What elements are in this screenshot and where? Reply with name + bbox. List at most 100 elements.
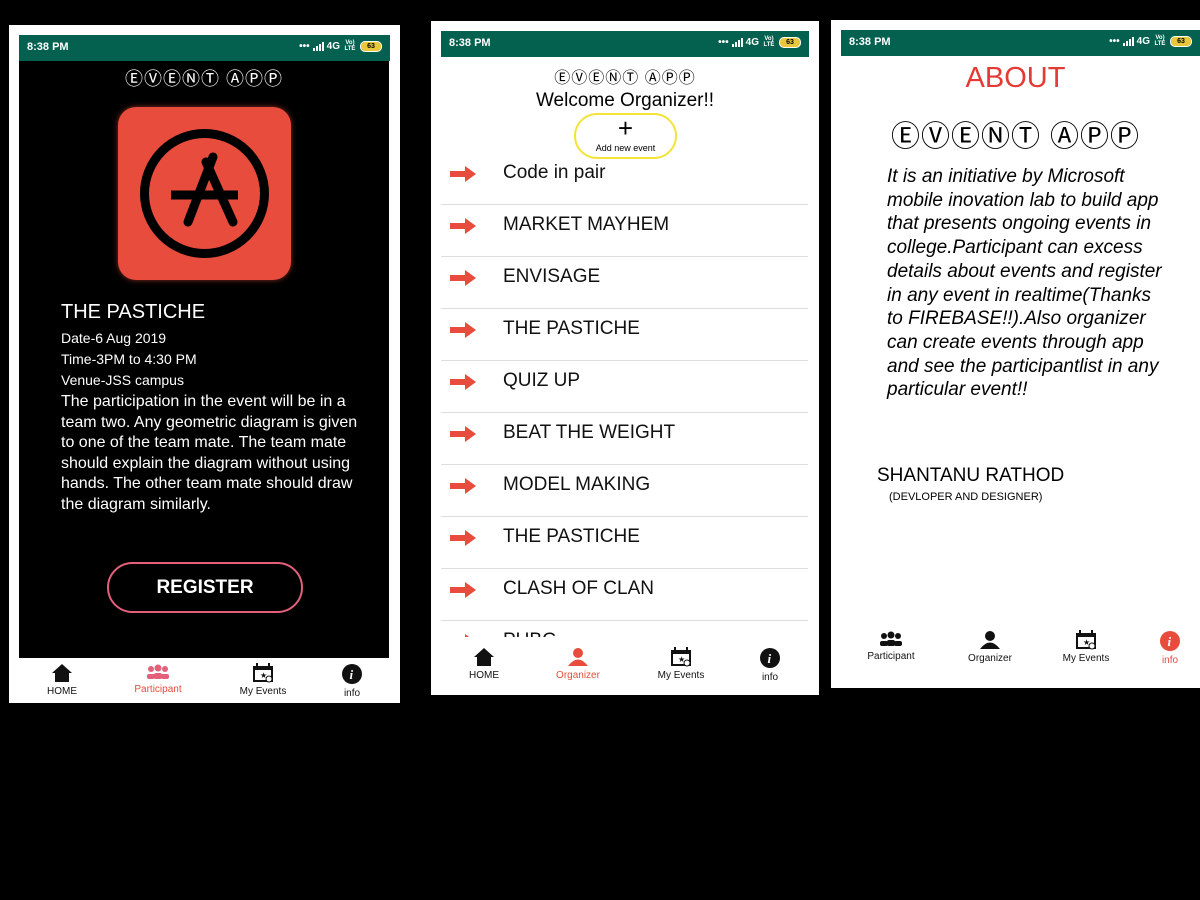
- arrow-right-icon: [450, 218, 476, 234]
- participant-icon: [147, 664, 169, 679]
- nav-label: Organizer: [968, 653, 1012, 664]
- network-label: 4G: [326, 40, 340, 52]
- app-store-logo-icon: [118, 107, 291, 280]
- nav-my-events[interactable]: ★ My Events: [218, 663, 308, 697]
- participant-icon: [880, 631, 902, 646]
- event-list[interactable]: Code in pair MARKET MAYHEM ENVISAGE THE PAS…: [441, 153, 808, 638]
- app-title: ⒺⓋⒺⓃⓉ ⒶⓅⓅ: [124, 69, 283, 89]
- event-list-item[interactable]: QUIZ UP: [441, 361, 808, 413]
- nav-label: Organizer: [556, 670, 600, 681]
- app-title: ⒺⓋⒺⓃⓉ ⒶⓅⓅ: [554, 70, 696, 87]
- volte-label: Vo) LTE: [344, 40, 356, 52]
- nav-participant[interactable]: Participant: [846, 630, 936, 662]
- welcome-text: Welcome Organizer!!: [535, 90, 715, 111]
- arrow-right-icon: [450, 166, 476, 182]
- event-list-label: MARKET MAYHEM: [503, 214, 670, 235]
- event-list-item[interactable]: CLASH OF CLAN: [441, 569, 808, 621]
- calendar-icon: ★: [671, 647, 691, 667]
- about-screen: 8:38 PM ••• 4G Vo) LTE 63 ABOUT ⒺⓋⒺⓃⓉ ⒶⓅ…: [831, 20, 1200, 688]
- nav-label: info: [1161, 655, 1179, 666]
- event-list-label: BEAT THE WEIGHT: [503, 422, 676, 443]
- add-event-label: Add new event: [595, 143, 656, 153]
- svg-text:i: i: [768, 651, 772, 666]
- nav-label: HOME: [469, 670, 499, 681]
- nav-info[interactable]: i info: [307, 663, 397, 699]
- event-list-item[interactable]: THE PASTICHE: [441, 517, 808, 569]
- network-label: 4G: [745, 36, 759, 48]
- bottom-nav: HOME Organizer ★ My Events i info: [431, 637, 819, 695]
- arrow-right-icon: [450, 374, 476, 390]
- nav-label: Participant: [134, 684, 182, 695]
- event-time: Time-3PM to 4:30 PM: [61, 351, 197, 367]
- home-icon: [474, 648, 494, 666]
- nav-my-events[interactable]: ★ My Events: [1041, 630, 1131, 664]
- network-label: 4G: [1136, 35, 1150, 47]
- bottom-nav: HOME Participant ★ My Events i info: [9, 658, 400, 703]
- event-list-label: THE PASTICHE: [503, 318, 640, 339]
- svg-text:i: i: [1168, 634, 1172, 649]
- event-list-item[interactable]: MODEL MAKING: [441, 465, 808, 517]
- author-role: (DEVLOPER AND DESIGNER): [889, 491, 1043, 503]
- nav-label: Participant: [867, 651, 915, 662]
- event-list-label: THE PASTICHE: [503, 526, 640, 547]
- calendar-icon: ★: [253, 663, 273, 683]
- volte-label: Vo) LTE: [1154, 35, 1166, 47]
- organizer-icon: [980, 631, 1000, 649]
- battery-icon: 63: [779, 36, 801, 48]
- info-icon: i: [342, 664, 362, 684]
- status-icons: ••• 4G Vo) LTE 63: [299, 40, 382, 52]
- arrow-right-icon: [450, 530, 476, 546]
- status-bar: 8:38 PM ••• 4G Vo) LTE 63: [841, 30, 1200, 56]
- nav-label: info: [761, 672, 779, 683]
- nav-organizer[interactable]: Organizer: [945, 630, 1035, 664]
- status-bar: 8:38 PM ••• 4G Vo) LTE 63: [19, 35, 390, 61]
- nav-organizer[interactable]: Organizer: [533, 647, 623, 681]
- nav-info[interactable]: i info: [1125, 630, 1200, 666]
- svg-text:i: i: [350, 667, 354, 682]
- event-list-item[interactable]: THE PASTICHE: [441, 309, 808, 361]
- event-list-item[interactable]: Code in pair: [441, 153, 808, 205]
- event-list-item[interactable]: PUBG: [441, 621, 808, 638]
- nav-label: info: [343, 688, 361, 699]
- nav-home[interactable]: HOME: [439, 647, 529, 681]
- info-icon: i: [760, 648, 780, 668]
- event-list-label: Code in pair: [503, 162, 606, 183]
- plus-icon: +: [617, 113, 634, 143]
- organizer-screen: 8:38 PM ••• 4G Vo) LTE 63 ⒺⓋⒺⓃⓉ ⒶⓅⓅ Welc…: [431, 21, 819, 695]
- event-list-label: QUIZ UP: [503, 370, 581, 391]
- event-description: The participation in the event will be i…: [61, 393, 358, 513]
- home-icon: [52, 664, 72, 682]
- volte-label: Vo) LTE: [763, 36, 775, 48]
- dots-icon: •••: [718, 36, 729, 48]
- arrow-right-icon: [450, 270, 476, 286]
- nav-my-events[interactable]: ★ My Events: [636, 647, 726, 681]
- nav-home[interactable]: HOME: [17, 663, 107, 697]
- register-button[interactable]: REGISTER: [107, 562, 303, 613]
- signal-icon: [312, 41, 324, 51]
- status-time: 8:38 PM: [449, 37, 491, 49]
- nav-label: My Events: [1062, 653, 1110, 664]
- nav-info[interactable]: i info: [725, 647, 815, 683]
- nav-label: HOME: [47, 686, 77, 697]
- event-list-item[interactable]: BEAT THE WEIGHT: [441, 413, 808, 465]
- event-list-label: MODEL MAKING: [503, 474, 651, 495]
- event-detail: ⒺⓋⒺⓃⓉ ⒶⓅⓅ THE PASTICHE Date-6 Aug 2019 T…: [19, 61, 389, 681]
- battery-icon: 63: [1170, 35, 1192, 47]
- event-list-item[interactable]: MARKET MAYHEM: [441, 205, 808, 257]
- battery-icon: 63: [360, 40, 382, 52]
- nav-participant[interactable]: Participant: [113, 663, 203, 695]
- author-name: SHANTANU RATHOD: [877, 465, 1065, 486]
- status-icons: ••• 4G Vo) LTE 63: [1109, 35, 1192, 47]
- event-list-item[interactable]: ENVISAGE: [441, 257, 808, 309]
- nav-label: My Events: [657, 670, 705, 681]
- nav-label: My Events: [239, 686, 287, 697]
- status-time: 8:38 PM: [27, 41, 69, 53]
- signal-icon: [731, 37, 743, 47]
- arrow-right-icon: [450, 478, 476, 494]
- about-description: It is an initiative by Microsoft mobile …: [887, 166, 1162, 401]
- participant-screen: 8:38 PM ••• 4G Vo) LTE 63 ⒺⓋⒺⓃⓉ ⒶⓅⓅ THE …: [9, 25, 400, 703]
- event-date: Date-6 Aug 2019: [61, 330, 167, 346]
- about-heading: ABOUT: [965, 62, 1066, 94]
- event-list-label: CLASH OF CLAN: [503, 578, 654, 599]
- dots-icon: •••: [299, 40, 310, 52]
